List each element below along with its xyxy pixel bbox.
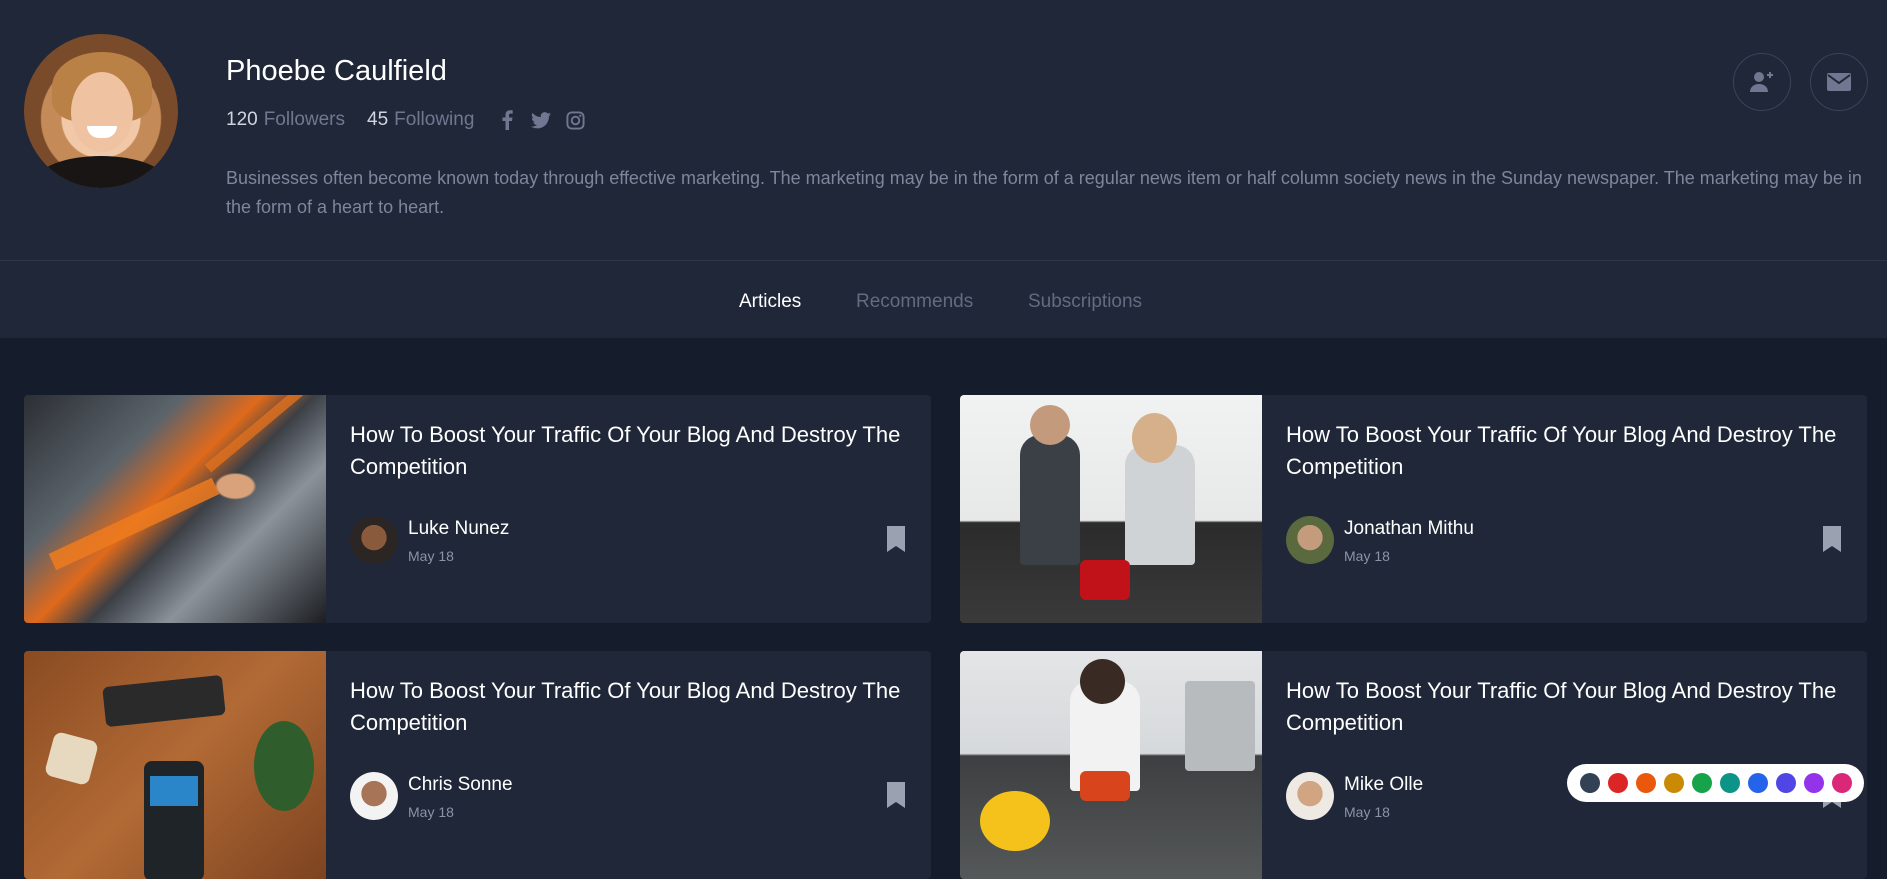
author-avatar <box>1286 772 1334 820</box>
article-title[interactable]: How To Boost Your Traffic Of Your Blog A… <box>1286 419 1846 483</box>
theme-color-swatch[interactable] <box>1775 773 1796 793</box>
author-name[interactable]: Luke Nunez <box>408 518 509 540</box>
follow-button[interactable] <box>1733 53 1791 111</box>
article-image[interactable] <box>960 651 1262 879</box>
article-card[interactable]: How To Boost Your Traffic Of Your Blog A… <box>24 395 931 623</box>
theme-color-swatch[interactable] <box>1607 773 1628 793</box>
profile-bio: Businesses often become known today thro… <box>226 168 1862 217</box>
tab-subscriptions[interactable]: Subscriptions <box>1028 291 1142 313</box>
theme-color-swatch[interactable] <box>1663 773 1684 793</box>
theme-color-picker <box>1567 764 1864 802</box>
article-title[interactable]: How To Boost Your Traffic Of Your Blog A… <box>1286 675 1846 739</box>
bookmark-icon[interactable] <box>1822 526 1842 552</box>
article-date: May 18 <box>408 804 454 820</box>
social-links <box>496 109 586 131</box>
theme-color-swatch[interactable] <box>1635 773 1656 793</box>
profile-name: Phoebe Caulfield <box>226 55 447 87</box>
message-button[interactable] <box>1810 53 1868 111</box>
tab-articles[interactable]: Articles <box>739 291 801 313</box>
profile-avatar <box>24 34 178 188</box>
add-user-icon <box>1750 72 1773 92</box>
following-count: 45 <box>367 109 389 130</box>
article-image[interactable] <box>24 395 326 623</box>
tab-recommends[interactable]: Recommends <box>856 291 973 313</box>
theme-color-swatch[interactable] <box>1803 773 1824 793</box>
article-title[interactable]: How To Boost Your Traffic Of Your Blog A… <box>350 419 910 483</box>
article-title[interactable]: How To Boost Your Traffic Of Your Blog A… <box>350 675 910 739</box>
bookmark-icon[interactable] <box>886 526 906 552</box>
theme-color-swatch[interactable] <box>1691 773 1712 793</box>
following-label[interactable]: Following <box>394 109 474 131</box>
envelope-icon <box>1827 73 1851 91</box>
twitter-icon[interactable] <box>530 109 552 131</box>
followers-label[interactable]: Followers <box>264 109 345 131</box>
author-avatar <box>350 516 398 564</box>
author-name[interactable]: Jonathan Mithu <box>1344 518 1474 540</box>
profile-header: Phoebe Caulfield 120 Followers 45 Follow… <box>0 0 1887 260</box>
article-card[interactable]: How To Boost Your Traffic Of Your Blog A… <box>960 395 1867 623</box>
article-date: May 18 <box>408 548 454 564</box>
author-avatar <box>1286 516 1334 564</box>
article-card[interactable]: How To Boost Your Traffic Of Your Blog A… <box>24 651 931 879</box>
article-image[interactable] <box>960 395 1262 623</box>
theme-color-swatch[interactable] <box>1747 773 1768 793</box>
theme-color-swatch[interactable] <box>1719 773 1740 793</box>
theme-color-swatch[interactable] <box>1579 773 1600 793</box>
article-date: May 18 <box>1344 548 1390 564</box>
followers-count: 120 <box>226 109 258 130</box>
instagram-icon[interactable] <box>564 109 586 131</box>
author-name[interactable]: Chris Sonne <box>408 774 513 796</box>
author-avatar <box>350 772 398 820</box>
profile-stats: 120 Followers 45 Following <box>226 109 586 131</box>
author-name[interactable]: Mike Olle <box>1344 774 1423 796</box>
theme-color-swatch[interactable] <box>1831 773 1852 793</box>
article-image[interactable] <box>24 651 326 879</box>
bookmark-icon[interactable] <box>886 782 906 808</box>
article-date: May 18 <box>1344 804 1390 820</box>
profile-tabs: Articles Recommends Subscriptions <box>0 260 1887 338</box>
facebook-icon[interactable] <box>496 109 518 131</box>
